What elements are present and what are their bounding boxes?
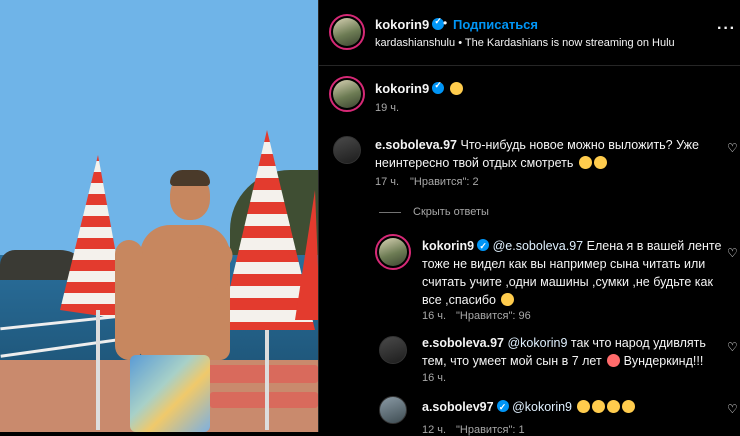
reply-time[interactable]: 16 ч. (422, 372, 446, 384)
comment-time[interactable]: 17 ч. (375, 176, 399, 188)
emoji-icon (592, 400, 606, 413)
emoji-icon (501, 293, 515, 306)
heart-icon[interactable]: ♡ (727, 402, 738, 416)
reply-time[interactable]: 16 ч. (422, 310, 446, 322)
commenter-avatar[interactable] (333, 136, 361, 164)
reply-body: a.sobolev97 @kokorin9 (422, 398, 722, 416)
emoji-icon (607, 400, 621, 413)
reply-text-end: Вундеркинд!!! (623, 354, 704, 368)
comments-panel: kokorin9 • Подписаться kardashianshulu •… (318, 0, 740, 436)
reply-likes[interactable]: "Нравится": 96 (456, 310, 531, 322)
post-header: kokorin9 • Подписаться kardashianshulu •… (319, 0, 740, 66)
sponsored-line: kardashianshulu • The Kardashians is now… (375, 37, 675, 49)
more-icon[interactable]: ··· (717, 20, 736, 38)
reply-author-avatar[interactable] (379, 396, 407, 424)
author-avatar[interactable] (329, 14, 365, 50)
photo-umbrella-edge (295, 190, 318, 320)
reply-likes[interactable]: "Нравится": 1 (456, 424, 525, 436)
author-username-text[interactable]: kokorin9 (375, 17, 429, 32)
replies-divider (379, 212, 401, 213)
comment-body: e.soboleva.97 Что-нибудь новое можно выл… (375, 136, 705, 172)
emoji-icon (622, 400, 636, 413)
reply-body: e.soboleva.97 @kokorin9 так что народ уд… (422, 334, 722, 370)
author-username[interactable]: kokorin9 (375, 16, 445, 32)
emoji-icon (607, 354, 621, 367)
emoji-icon (577, 400, 591, 413)
emoji-icon (578, 156, 592, 169)
verified-badge-icon (477, 237, 490, 255)
reply-body: kokorin9 @e.soboleva.97 Елена я в вашей … (422, 237, 722, 309)
person-shorts (130, 355, 210, 432)
reply-username[interactable]: e.soboleva.97 (422, 336, 504, 350)
caption-author[interactable]: kokorin9 (375, 80, 463, 96)
hide-replies-button[interactable]: Скрыть ответы (413, 206, 489, 218)
heart-icon[interactable]: ♡ (727, 141, 738, 155)
reply-author-avatar[interactable] (375, 234, 411, 270)
reply-author-avatar[interactable] (379, 336, 407, 364)
comment-likes[interactable]: "Нравится": 2 (410, 176, 479, 188)
reply-mention[interactable]: @kokorin9 (507, 336, 567, 350)
comment-username[interactable]: e.soboleva.97 (375, 138, 457, 152)
emoji-icon (449, 82, 463, 95)
reply-username[interactable]: kokorin9 (422, 239, 474, 253)
sponsored-text[interactable]: The Kardashians is now streaming on Hulu (465, 37, 675, 49)
reply-time[interactable]: 12 ч. (422, 424, 446, 436)
verified-badge-icon (432, 80, 445, 94)
caption-time[interactable]: 19 ч. (375, 102, 399, 114)
reply-mention[interactable]: @kokorin9 (512, 400, 572, 414)
caption-author-avatar[interactable] (329, 76, 365, 112)
person-arm-left (115, 240, 143, 360)
emoji-icon (593, 156, 607, 169)
reply-username[interactable]: a.sobolev97 (422, 400, 494, 414)
separator-dot: • (458, 37, 465, 49)
caption-author-username[interactable]: kokorin9 (375, 81, 429, 96)
person-hair (170, 170, 210, 186)
post-photo[interactable] (0, 0, 318, 432)
heart-icon[interactable]: ♡ (727, 246, 738, 260)
reply-mention[interactable]: @e.soboleva.97 (493, 239, 584, 253)
heart-icon[interactable]: ♡ (727, 340, 738, 354)
verified-badge-icon (496, 398, 509, 416)
separator-dot: • (443, 16, 448, 30)
follow-button[interactable]: Подписаться (453, 17, 538, 32)
sponsored-source[interactable]: kardashianshulu (375, 37, 455, 49)
